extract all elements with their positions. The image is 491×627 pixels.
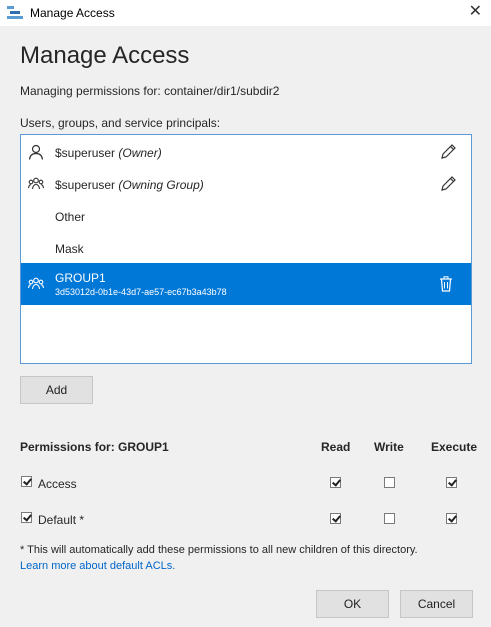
column-write: Write <box>374 440 404 454</box>
managing-path-text: Managing permissions for: container/dir1… <box>20 84 280 98</box>
column-read: Read <box>321 440 351 454</box>
principal-name: $superuser (Owning Group) <box>55 178 204 192</box>
list-item-other[interactable]: Other <box>21 200 471 232</box>
principals-list[interactable]: $superuser (Owner) $superuser (Owning Gr… <box>20 134 472 364</box>
access-write-checkbox[interactable] <box>384 477 395 488</box>
window-title: Manage Access <box>30 6 115 20</box>
default-write-checkbox[interactable] <box>384 513 395 524</box>
list-item-owner[interactable]: $superuser (Owner) <box>21 136 471 168</box>
access-enable-checkbox[interactable] <box>21 476 32 487</box>
group-icon <box>28 177 44 190</box>
default-enable-checkbox[interactable] <box>21 512 32 523</box>
user-icon <box>28 144 44 160</box>
learn-more-link[interactable]: Learn more about default ACLs. <box>20 560 175 572</box>
edit-icon[interactable] <box>439 143 457 161</box>
page-title: Manage Access <box>20 42 190 69</box>
access-execute-checkbox[interactable] <box>446 477 457 488</box>
cancel-button[interactable]: Cancel <box>400 590 473 618</box>
principal-name: Mask <box>55 242 84 256</box>
edit-icon[interactable] <box>439 175 457 193</box>
storage-explorer-icon <box>7 6 23 19</box>
principal-id: 3d53012d-0b1e-43d7-ae57-ec67b3a43b78 <box>55 287 227 297</box>
ok-button[interactable]: OK <box>316 590 389 618</box>
close-icon[interactable]: ✕ <box>469 3 482 21</box>
access-read-checkbox[interactable] <box>330 477 341 488</box>
principal-name: Other <box>55 210 86 224</box>
group-icon <box>28 277 44 290</box>
default-label: Default * <box>38 513 85 527</box>
add-button[interactable]: Add <box>20 376 93 404</box>
permissions-header: Permissions for: GROUP1 <box>20 440 169 454</box>
title-bar: Manage Access ✕ <box>0 0 491 26</box>
default-note: * This will automatically add these perm… <box>20 544 418 556</box>
column-execute: Execute <box>431 440 478 454</box>
principal-name: $superuser (Owner) <box>55 146 162 160</box>
principals-label: Users, groups, and service principals: <box>20 116 221 130</box>
principal-name: GROUP1 <box>55 271 106 285</box>
list-item-owning-group[interactable]: $superuser (Owning Group) <box>21 168 471 200</box>
trash-icon[interactable] <box>439 276 453 292</box>
access-label: Access <box>38 477 77 491</box>
list-item-group1[interactable]: GROUP1 3d53012d-0b1e-43d7-ae57-ec67b3a43… <box>21 263 471 305</box>
default-execute-checkbox[interactable] <box>446 513 457 524</box>
default-read-checkbox[interactable] <box>330 513 341 524</box>
list-item-mask[interactable]: Mask <box>21 232 471 264</box>
